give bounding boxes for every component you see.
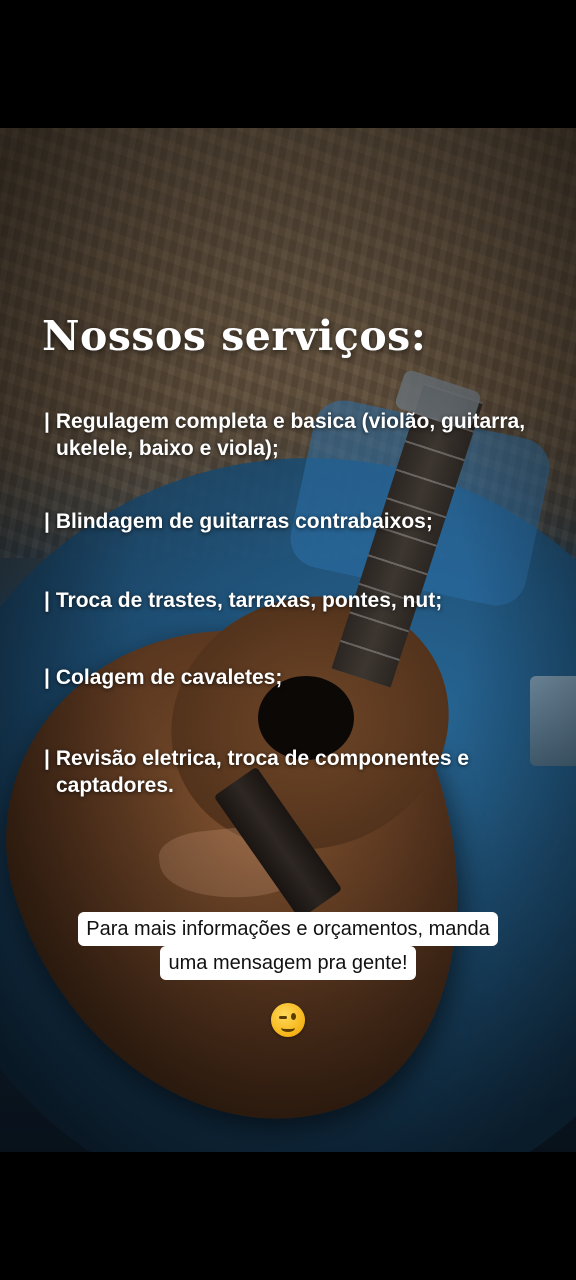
background-photo — [0, 128, 576, 1152]
top-letterbox — [0, 0, 576, 128]
emoji-eye-wink — [279, 1016, 287, 1019]
caption-sticker: Para mais informações e orçamentos, mand… — [0, 912, 576, 980]
vignette — [0, 128, 576, 1152]
bottom-letterbox — [0, 1152, 576, 1280]
caption-line-1: Para mais informações e orçamentos, mand… — [78, 912, 498, 946]
winking-face-icon — [271, 1003, 305, 1037]
emoji-smile — [281, 1024, 295, 1032]
emoji-eye-open — [291, 1013, 296, 1020]
page-title: Nossos serviços: — [42, 312, 427, 360]
caption-line-2: uma mensagem pra gente! — [160, 946, 416, 980]
